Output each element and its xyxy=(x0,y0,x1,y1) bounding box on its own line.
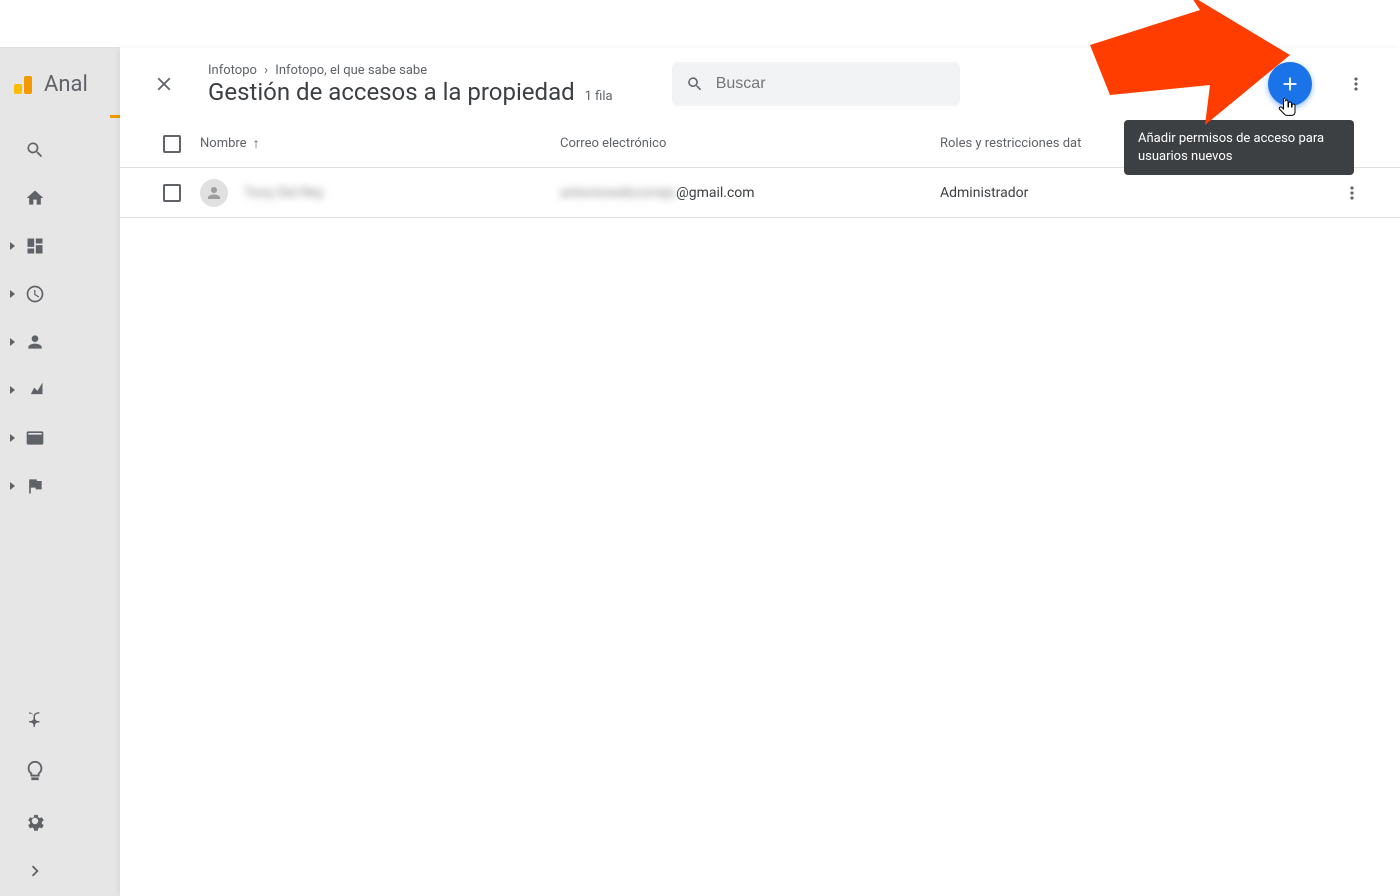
table-row[interactable]: Tony Del Rey antoniowebcorrejo@gmail.com… xyxy=(120,168,1400,218)
col-header-name[interactable]: Nombre ↑ xyxy=(200,135,560,152)
analytics-logo-icon xyxy=(14,76,32,94)
breadcrumb-account[interactable]: Infotopo xyxy=(208,63,257,78)
select-all-checkbox[interactable] xyxy=(144,135,200,153)
nav-explore-icon[interactable] xyxy=(0,380,70,400)
app-logo-block: Anal xyxy=(14,72,88,97)
panel-header: Infotopo › Infotopo, el que sabe sabe Ge… xyxy=(120,48,1400,120)
user-name-blurred: Tony Del Rey xyxy=(244,185,324,201)
nav-reports-icon[interactable] xyxy=(0,236,70,256)
breadcrumb-property[interactable]: Infotopo, el que sabe sabe xyxy=(275,63,427,78)
access-management-panel: Infotopo › Infotopo, el que sabe sabe Ge… xyxy=(120,48,1400,896)
breadcrumb-separator: › xyxy=(264,63,268,78)
breadcrumb: Infotopo › Infotopo, el que sabe sabe xyxy=(208,63,648,78)
add-user-button[interactable] xyxy=(1268,62,1312,106)
row-checkbox[interactable] xyxy=(144,184,200,202)
close-button[interactable] xyxy=(144,64,184,104)
nav-ads-icon[interactable] xyxy=(0,428,70,448)
row-email-cell: antoniowebcorrejo@gmail.com xyxy=(560,185,940,201)
app-header-strip xyxy=(0,0,120,48)
plus-icon xyxy=(1279,73,1301,95)
nav-audience-icon[interactable] xyxy=(0,332,70,352)
search-icon xyxy=(686,74,704,94)
nav-conversions-icon[interactable] xyxy=(0,476,70,496)
title-block: Infotopo › Infotopo, el que sabe sabe Ge… xyxy=(208,63,648,106)
email-prefix-blurred: antoniowebcorrejo xyxy=(560,185,676,201)
col-header-email[interactable]: Correo electrónico xyxy=(560,136,940,151)
more-vert-icon xyxy=(1346,74,1366,94)
add-user-tooltip: Añadir permisos de acceso para usuarios … xyxy=(1124,120,1354,175)
email-suffix: @gmail.com xyxy=(676,185,754,201)
close-icon xyxy=(153,73,175,95)
app-name-truncated: Anal xyxy=(44,72,88,97)
search-box[interactable] xyxy=(672,62,960,106)
nav-home-icon[interactable] xyxy=(0,188,70,208)
row-name-cell: Tony Del Rey xyxy=(200,179,560,207)
side-nav-bottom xyxy=(0,710,70,886)
page-title: Gestión de accesos a la propiedad xyxy=(208,78,575,106)
nav-collapse-icon[interactable] xyxy=(24,860,46,886)
side-nav xyxy=(0,140,70,496)
more-vert-icon xyxy=(1342,183,1362,203)
sort-asc-icon: ↑ xyxy=(253,135,260,152)
row-count-label: 1 fila xyxy=(585,89,613,104)
row-more-button[interactable] xyxy=(1336,177,1368,209)
search-input[interactable] xyxy=(716,75,946,93)
avatar-icon xyxy=(200,179,228,207)
nav-library-icon[interactable] xyxy=(24,710,46,736)
nav-realtime-icon[interactable] xyxy=(0,284,70,304)
nav-insights-icon[interactable] xyxy=(24,760,46,786)
panel-more-button[interactable] xyxy=(1336,64,1376,104)
nav-search-icon[interactable] xyxy=(0,140,70,160)
row-role-cell: Administrador xyxy=(940,185,1328,201)
nav-admin-icon[interactable] xyxy=(24,810,46,836)
active-tab-indicator xyxy=(110,115,120,118)
